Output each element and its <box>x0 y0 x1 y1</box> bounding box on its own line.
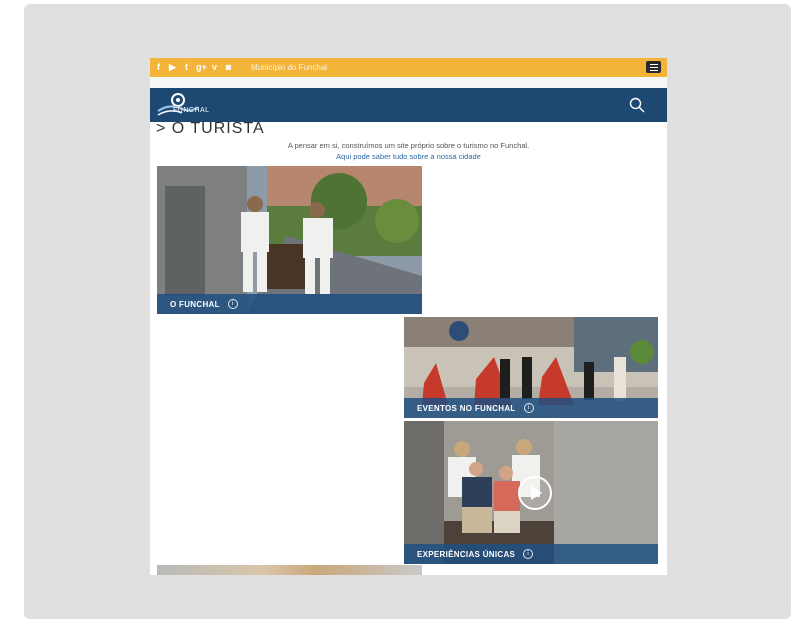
intro-line: A pensar em si, construímos um site próp… <box>287 141 530 150</box>
tile-label-text: EVENTOS NO FUNCHAL <box>417 403 516 413</box>
menu-button[interactable] <box>646 61 661 73</box>
municipio-link[interactable]: Município do Funchal <box>251 63 327 72</box>
tile-label: O FUNCHAL i <box>157 294 422 314</box>
breadcrumb-strip <box>150 77 667 88</box>
tile-experiencias-unicas[interactable]: EXPERIÊNCIAS ÚNICAS i <box>404 421 658 564</box>
intro-text: A pensar em si, construímos um site próp… <box>150 140 667 162</box>
tile-label: EVENTOS NO FUNCHAL i <box>404 398 658 418</box>
info-icon[interactable]: i <box>523 549 534 559</box>
main-navbar: FUNCHAL <box>150 88 667 122</box>
top-bar: f ▶ t g+ v ◙ Município do Funchal <box>150 58 667 77</box>
menu-icon <box>649 63 658 65</box>
tile-eventos-no-funchal[interactable]: EVENTOS NO FUNCHAL i <box>404 317 658 418</box>
info-icon[interactable]: i <box>227 299 238 309</box>
tile-label-text: O FUNCHAL <box>170 299 220 309</box>
google-plus-icon[interactable]: g+ <box>196 62 207 73</box>
intro-link[interactable]: Aqui pode saber tudo sobre a nossa cidad… <box>150 151 667 162</box>
map-preview[interactable] <box>157 565 422 575</box>
twitter-icon[interactable]: t <box>182 62 191 73</box>
search-icon[interactable] <box>629 97 645 113</box>
info-icon[interactable]: i <box>523 403 534 413</box>
website-page: f ▶ t g+ v ◙ Município do Funchal FUNCHA… <box>150 58 667 575</box>
youtube-icon[interactable]: ▶ <box>168 62 177 73</box>
tile-o-funchal[interactable]: O FUNCHAL i <box>157 166 422 314</box>
page-title: > O TURISTA <box>156 120 265 137</box>
instagram-icon[interactable]: ◙ <box>224 62 233 73</box>
tile-label-text: EXPERIÊNCIAS ÚNICAS <box>417 549 516 559</box>
play-video-button[interactable] <box>518 476 552 510</box>
vimeo-icon[interactable]: v <box>210 62 219 73</box>
facebook-icon[interactable]: f <box>154 62 163 73</box>
funchal-logo-icon[interactable] <box>156 91 216 119</box>
o-funchal-photo <box>157 166 422 314</box>
social-links: f ▶ t g+ v ◙ <box>154 62 233 73</box>
tile-label: EXPERIÊNCIAS ÚNICAS i <box>404 544 658 564</box>
logo-text: FUNCHAL <box>173 107 210 114</box>
